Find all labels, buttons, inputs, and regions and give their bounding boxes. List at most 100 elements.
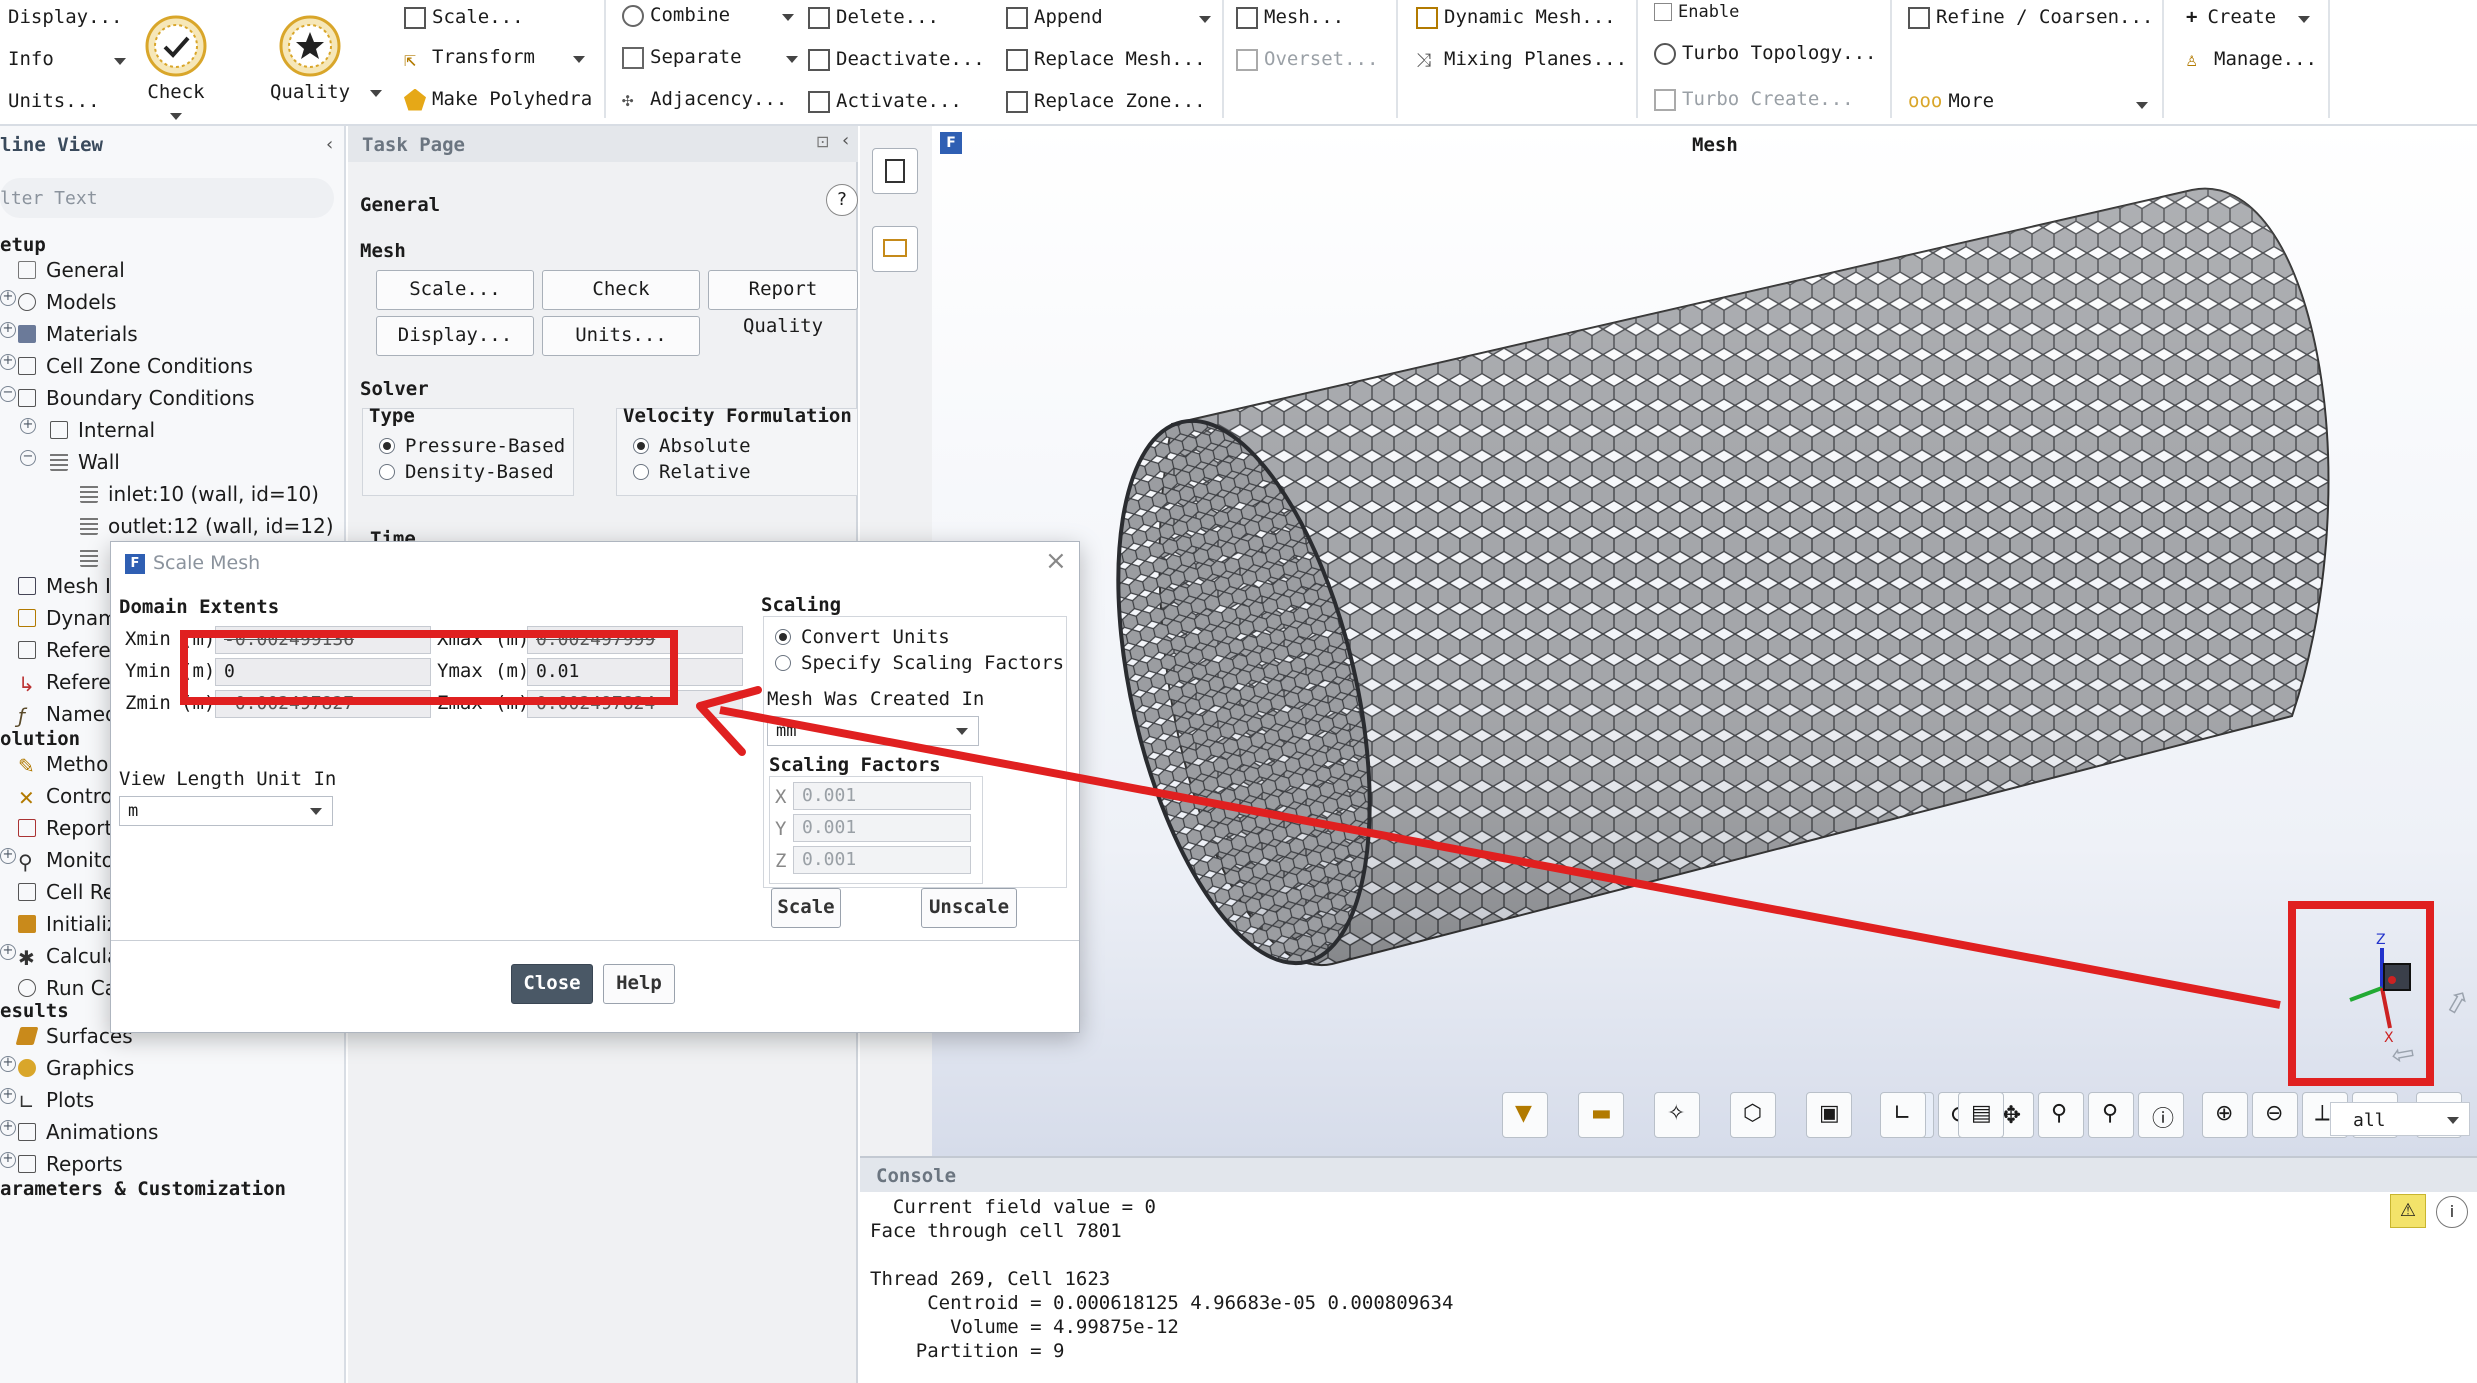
window-layout-button[interactable]: [872, 148, 918, 194]
mesh-created-in-select[interactable]: mm: [767, 716, 979, 746]
setup-header[interactable]: etup: [0, 234, 46, 256]
separate-button[interactable]: Separate: [622, 46, 798, 69]
expand-icon[interactable]: +: [0, 322, 16, 338]
turbo-create-button[interactable]: Turbo Create...: [1654, 88, 1854, 111]
scale-button[interactable]: Scale...: [376, 270, 534, 310]
collapse-panel-icon[interactable]: ‹: [842, 130, 849, 151]
notes-button[interactable]: ▤: [1958, 1092, 2004, 1138]
axes-toggle-button[interactable]: ∟: [1880, 1092, 1926, 1138]
solution-header[interactable]: olution: [0, 728, 80, 750]
scale-button[interactable]: Scale: [771, 888, 841, 928]
graphics-window[interactable]: F Mesh Z X ⇧ ⇧ ➤: [932, 126, 2477, 1156]
expand-icon[interactable]: +: [0, 848, 16, 864]
tree-item-cell-registers[interactable]: Cell Re: [18, 880, 115, 904]
warning-icon[interactable]: ⚠: [2390, 1194, 2426, 1228]
close-button[interactable]: Close: [511, 964, 593, 1004]
tree-item-dynamic-mesh[interactable]: Dynam: [18, 606, 118, 630]
more-button[interactable]: ooo More: [1908, 90, 1994, 112]
mesh-interfaces-button[interactable]: Mesh...: [1236, 6, 1344, 29]
convert-units-radio[interactable]: Convert Units: [775, 626, 950, 648]
close-icon[interactable]: ×: [1045, 546, 1067, 576]
factor-z-field[interactable]: 0.001: [793, 846, 971, 874]
console-panel[interactable]: Console ⚠ i Current field value = 0 Face…: [860, 1156, 2477, 1383]
help-icon[interactable]: ?: [826, 184, 858, 216]
view-length-unit-select[interactable]: m: [119, 796, 333, 826]
tree-item-plots[interactable]: ∟ Plots: [18, 1088, 94, 1114]
filter-text-input[interactable]: lter Text: [0, 178, 334, 218]
refine-coarsen-button[interactable]: Refine / Coarsen...: [1908, 6, 2153, 29]
zoom-button[interactable]: ⚲: [2088, 1092, 2134, 1138]
tree-item-animations[interactable]: Animations: [18, 1120, 158, 1144]
pin-icon[interactable]: ⊡: [816, 132, 829, 151]
tree-item-cell-zone-conditions[interactable]: Cell Zone Conditions: [18, 354, 253, 378]
tree-item-reference-values[interactable]: Refere: [18, 638, 111, 662]
collapse-panel-icon[interactable]: ‹: [326, 134, 333, 155]
tree-item-graphics[interactable]: Graphics: [18, 1056, 134, 1080]
tree-item-materials[interactable]: Materials: [18, 322, 138, 346]
enable-checkbox[interactable]: Enable: [1654, 2, 1739, 22]
tree-item-boundary-conditions[interactable]: Boundary Conditions: [18, 386, 255, 410]
create-button[interactable]: + Create: [2186, 6, 2311, 28]
tree-item-models[interactable]: Models: [18, 290, 116, 314]
zoom-out-button[interactable]: ⊖: [2252, 1092, 2298, 1138]
tree-item-outlet[interactable]: outlet:12 (wall, id=12): [80, 514, 334, 538]
check-button[interactable]: Check: [136, 14, 216, 125]
cube-view-button[interactable]: ⬡: [1730, 1092, 1776, 1138]
replace-zone-button[interactable]: Replace Zone...: [1006, 90, 1206, 113]
expand-icon[interactable]: +: [0, 944, 16, 960]
replace-mesh-button[interactable]: Replace Mesh...: [1006, 48, 1206, 71]
tree-item-named-expressions[interactable]: ƒ Named: [18, 702, 118, 728]
tree-item-partial[interactable]: [80, 546, 108, 570]
tree-item-internal[interactable]: Internal: [50, 418, 155, 442]
parameters-header[interactable]: arameters & Customization: [0, 1178, 286, 1200]
delete-button[interactable]: Delete...: [808, 6, 939, 29]
factor-x-field[interactable]: 0.001: [793, 782, 971, 810]
units-button[interactable]: Units...: [8, 90, 100, 112]
mixing-planes-button[interactable]: ⤨ Mixing Planes...: [1416, 48, 1627, 71]
view-select-dropdown[interactable]: all: [2330, 1102, 2470, 1136]
chevron-down-icon[interactable]: [2136, 102, 2148, 109]
expand-icon[interactable]: +: [0, 1056, 16, 1072]
scale-button[interactable]: Scale...: [404, 6, 524, 29]
quality-button[interactable]: Quality: [262, 14, 358, 103]
report-quality-button[interactable]: Report Quality: [708, 270, 858, 337]
lights-button[interactable]: ✧: [1654, 1092, 1700, 1138]
expand-icon[interactable]: +: [0, 1120, 16, 1136]
check-button[interactable]: Check: [542, 270, 700, 310]
units-button[interactable]: Units...: [542, 316, 700, 356]
tree-item-controls[interactable]: ✕ Contro: [18, 784, 113, 810]
tree-item-methods[interactable]: ✎ Metho: [18, 752, 108, 778]
layout-button[interactable]: ▣: [1806, 1092, 1852, 1138]
collapse-icon[interactable]: −: [0, 386, 16, 402]
tree-item-initialization[interactable]: Initializ: [18, 912, 117, 936]
manage-button[interactable]: ♙ Manage...: [2186, 48, 2317, 71]
display-button[interactable]: Display...: [376, 316, 534, 356]
tree-item-calculation-activities[interactable]: ✱ Calcula: [18, 944, 119, 970]
overset-button[interactable]: Overset...: [1236, 48, 1378, 71]
expand-icon[interactable]: +: [0, 290, 16, 306]
specify-scaling-factors-radio[interactable]: Specify Scaling Factors: [775, 652, 1064, 674]
expand-icon[interactable]: +: [0, 1088, 16, 1104]
collapse-icon[interactable]: −: [20, 450, 36, 466]
results-header[interactable]: esults: [0, 1000, 69, 1022]
chevron-down-icon[interactable]: [370, 90, 382, 97]
tree-item-wall[interactable]: Wall: [50, 450, 120, 474]
clipping-button[interactable]: ▬: [1578, 1092, 1624, 1138]
tree-item-reports[interactable]: Reports: [18, 1152, 123, 1176]
relative-radio[interactable]: Relative: [633, 461, 751, 483]
info-button[interactable]: Info: [8, 48, 126, 70]
tree-item-report-definitions[interactable]: Report: [18, 816, 112, 840]
turbo-topology-button[interactable]: Turbo Topology...: [1654, 42, 1876, 65]
transform-button[interactable]: ⇱ Transform: [404, 46, 585, 71]
tree-item-inlet[interactable]: inlet:10 (wall, id=10): [80, 482, 319, 506]
deactivate-button[interactable]: Deactivate...: [808, 48, 985, 71]
unscale-button[interactable]: Unscale: [921, 888, 1017, 928]
expand-icon[interactable]: +: [0, 354, 16, 370]
make-polyhedra-button[interactable]: Make Polyhedra: [404, 88, 592, 111]
zoom-in-button[interactable]: ⊕: [2202, 1092, 2248, 1138]
tree-item-general[interactable]: General: [18, 258, 125, 282]
tree-item-mesh-interfaces[interactable]: Mesh I: [18, 574, 111, 598]
factor-y-field[interactable]: 0.001: [793, 814, 971, 842]
zoom-box-button[interactable]: ⚲: [2038, 1092, 2084, 1138]
properties-button[interactable]: [872, 226, 918, 272]
